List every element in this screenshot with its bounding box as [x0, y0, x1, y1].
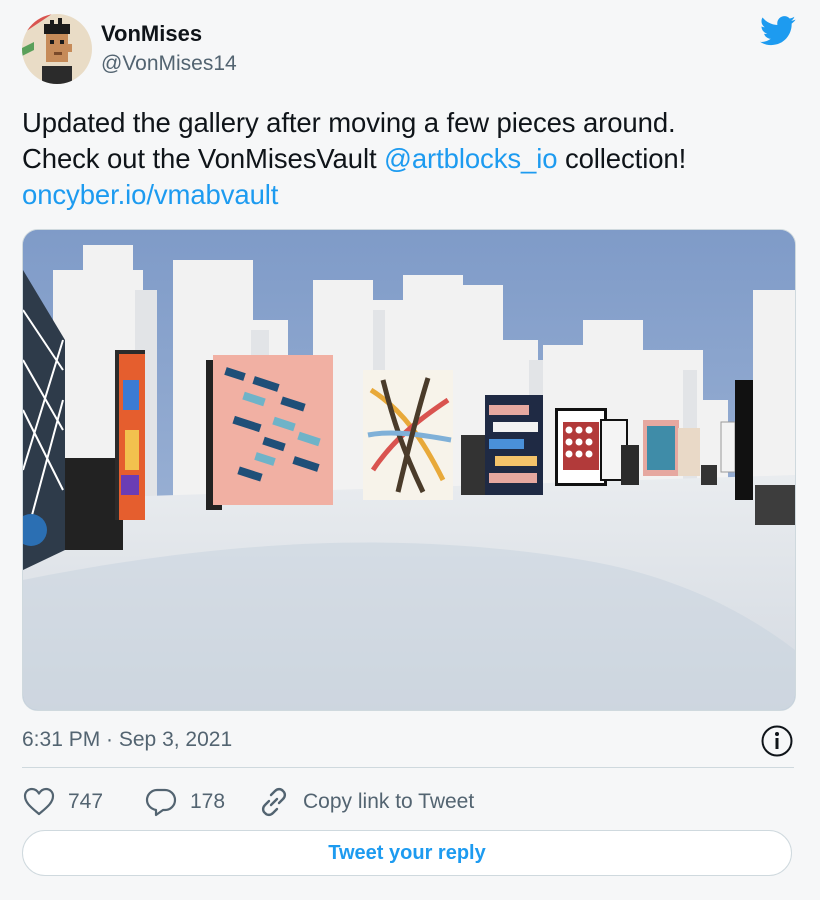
- info-icon[interactable]: [760, 724, 794, 758]
- tweet-text: Updated the gallery after moving a few p…: [22, 105, 802, 213]
- copy-link-label: Copy link to Tweet: [303, 790, 475, 813]
- mention-link[interactable]: @artblocks_io: [384, 143, 557, 174]
- display-name[interactable]: VonMises: [101, 21, 202, 47]
- user-handle[interactable]: @VonMises14: [101, 52, 237, 76]
- tweet-text-line-2: Check out the VonMisesVault @artblocks_i…: [22, 141, 802, 177]
- media-image[interactable]: [22, 229, 796, 711]
- link-icon: [261, 787, 287, 817]
- tweet-timestamp[interactable]: 6:31 PM · Sep 3, 2021: [22, 728, 232, 752]
- like-button[interactable]: 747: [22, 782, 103, 822]
- tweet-text-line-3: oncyber.io/vmabvault: [22, 177, 802, 213]
- reply-bubble-icon: [145, 788, 177, 817]
- avatar[interactable]: [22, 14, 92, 84]
- tweet-text-line-1: Updated the gallery after moving a few p…: [22, 107, 676, 138]
- divider: [22, 767, 794, 768]
- url-link[interactable]: oncyber.io/vmabvault: [22, 179, 278, 210]
- like-count: 747: [68, 790, 104, 813]
- copy-link-button[interactable]: Copy link to Tweet: [257, 782, 474, 822]
- tweet-reply-button[interactable]: Tweet your reply: [22, 830, 792, 876]
- tweet-card: VonMises @VonMises14 Updated the gallery…: [0, 0, 820, 900]
- tweet-text-segment: collection!: [557, 143, 687, 174]
- tweet-text-segment: Check out the VonMisesVault: [22, 143, 385, 174]
- twitter-bird-icon[interactable]: [760, 16, 796, 46]
- reply-count: 178: [190, 790, 226, 813]
- reply-button[interactable]: 178: [144, 782, 225, 822]
- heart-icon: [23, 787, 55, 816]
